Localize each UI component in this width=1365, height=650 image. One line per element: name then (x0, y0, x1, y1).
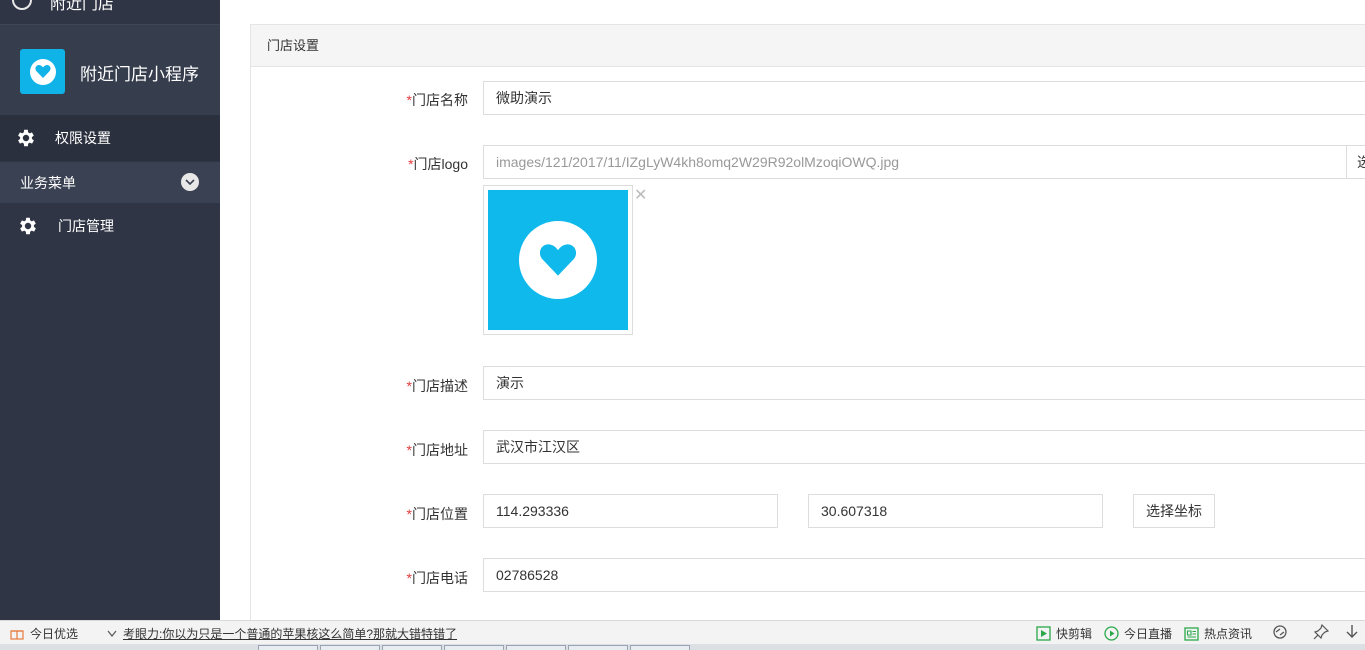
taskbar-button[interactable] (630, 645, 690, 650)
play-icon (1036, 626, 1051, 641)
heart-logo-icon (20, 49, 65, 94)
browser-news-bar: 今日优选 考眼力:你以为只是一个普通的苹果核这么简单?那就大错特错了 快剪辑 今… (0, 620, 1365, 645)
hot-news-button[interactable]: 热点资讯 (1184, 625, 1252, 642)
panel-title: 门店设置 (251, 25, 1365, 67)
gift-icon (10, 630, 24, 640)
store-desc-label: *门店描述 (406, 378, 468, 394)
gear-icon (18, 129, 34, 147)
select-image-button[interactable]: 选 (1346, 145, 1365, 179)
gear-icon (20, 217, 36, 235)
sidebar-item-permissions[interactable]: 权限设置 (0, 115, 220, 161)
pick-coordinates-button[interactable]: 选择坐标 (1133, 494, 1215, 528)
refresh-icon[interactable] (1272, 624, 1288, 640)
taskbar-button[interactable] (382, 645, 442, 650)
chevron-down-icon[interactable] (181, 173, 199, 191)
store-phone-label: *门店电话 (406, 570, 468, 586)
sidebar: 附近门店 附近门店小程序 权限设置 业务菜单 门店管理 (0, 0, 220, 620)
today-live-button[interactable]: 今日直播 (1104, 625, 1172, 642)
sidebar-item-label: 门店管理 (58, 218, 114, 234)
taskbar-button[interactable] (568, 645, 628, 650)
pin-icon[interactable] (1313, 624, 1329, 640)
remove-image-icon[interactable]: ✕ (634, 188, 647, 204)
store-desc-input[interactable]: 演示 (483, 366, 1365, 400)
sidebar-item-label: 附近门店 (50, 0, 115, 13)
app-name: 附近门店小程序 (80, 65, 199, 84)
taskbar-button[interactable] (506, 645, 566, 650)
taskbar-button[interactable] (444, 645, 504, 650)
today-pick-link[interactable]: 今日优选 (10, 625, 78, 642)
store-position-label: *门店位置 (406, 506, 468, 522)
store-icon (12, 0, 32, 10)
longitude-input[interactable]: 114.293336 (483, 494, 778, 528)
sidebar-item-nearby-store[interactable]: 附近门店 (0, 0, 220, 25)
store-name-label: *门店名称 (406, 92, 468, 108)
sidebar-item-store-management[interactable]: 门店管理 (0, 203, 220, 249)
latitude-input[interactable]: 30.607318 (808, 494, 1103, 528)
app-brand: 附近门店小程序 (0, 25, 220, 115)
taskbar-button[interactable] (258, 645, 318, 650)
store-logo-path-input[interactable]: images/121/2017/11/IZgLyW4kh8omq2W29R92o… (483, 145, 1347, 179)
logo-preview (483, 185, 633, 335)
download-icon[interactable] (1345, 624, 1359, 640)
store-phone-input[interactable]: 02786528 (483, 558, 1365, 592)
sidebar-group-label: 业务菜单 (20, 174, 76, 191)
store-name-input[interactable]: 微助演示 (483, 81, 1365, 115)
heart-logo-image (488, 190, 628, 330)
store-address-label: *门店地址 (406, 442, 468, 458)
news-headline-link[interactable]: 考眼力:你以为只是一个普通的苹果核这么简单?那就大错特错了 (107, 625, 457, 642)
chevron-down-icon (107, 630, 117, 637)
quick-cut-button[interactable]: 快剪辑 (1036, 625, 1092, 642)
taskbar-button[interactable] (320, 645, 380, 650)
store-logo-label: *门店logo (408, 156, 468, 172)
news-icon (1184, 626, 1199, 641)
sidebar-group-business-menu[interactable]: 业务菜单 (0, 162, 220, 203)
live-play-icon (1104, 626, 1119, 641)
store-address-input[interactable]: 武汉市江汉区 (483, 430, 1365, 464)
sidebar-item-label: 权限设置 (55, 130, 111, 146)
